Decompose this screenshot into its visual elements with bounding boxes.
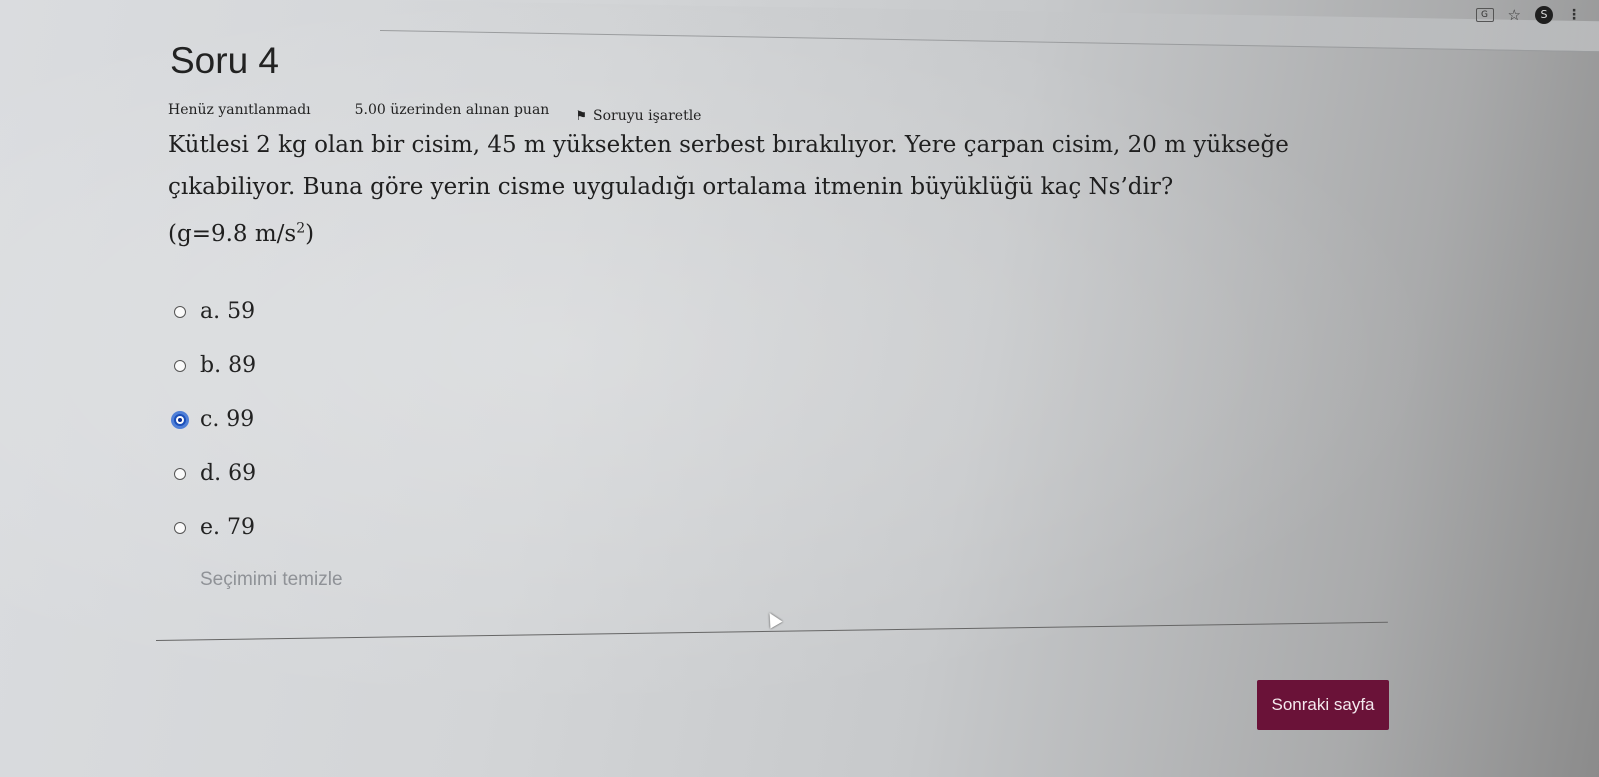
answer-option-c[interactable]: c. 99 — [174, 393, 1398, 447]
browser-toolbar: G ☆ S ⋮ — [0, 0, 1599, 53]
formula-prefix: (g=9.8 m/s — [168, 220, 297, 247]
question-status: Henüz yanıtlanmadı — [168, 102, 311, 118]
answer-option-b[interactable]: b. 89 — [174, 339, 1398, 393]
flag-icon: ⚑ — [575, 108, 587, 124]
answer-label-e: e. 79 — [200, 515, 255, 541]
question-info: Henüz yanıtlanmadı 5.00 üzerinden alınan… — [168, 102, 1398, 124]
radio-d[interactable] — [174, 467, 186, 480]
question-container: Soru 4 Henüz yanıtlanmadı 5.00 üzerinden… — [168, 40, 1398, 591]
radio-c[interactable] — [174, 413, 186, 426]
radio-b[interactable] — [174, 359, 186, 372]
formula-exponent: 2 — [296, 220, 306, 236]
profile-icon[interactable]: S — [1535, 6, 1553, 24]
answer-label-d: d. 69 — [200, 461, 257, 487]
answer-option-e[interactable]: e. 79 — [174, 501, 1398, 555]
question-text: Kütlesi 2 kg olan bir cisim, 45 m yüksek… — [168, 124, 1388, 255]
menu-icon[interactable]: ⋮ — [1567, 7, 1581, 23]
question-formula: (g=9.8 m/s2) — [168, 220, 315, 247]
answer-option-a[interactable]: a. 59 — [174, 285, 1398, 339]
question-body: Kütlesi 2 kg olan bir cisim, 45 m yüksek… — [168, 132, 1289, 200]
formula-suffix: ) — [305, 220, 315, 247]
star-icon[interactable]: ☆ — [1508, 6, 1521, 24]
mouse-cursor-icon — [763, 609, 783, 629]
clear-choice-link[interactable]: Seçimimi temizle — [200, 569, 1398, 591]
answer-option-d[interactable]: d. 69 — [174, 447, 1398, 501]
next-page-button[interactable]: Sonraki sayfa — [1257, 680, 1389, 730]
question-grade: 5.00 üzerinden alınan puan — [354, 102, 550, 118]
toolbar-icons: G ☆ S ⋮ — [1475, 6, 1581, 24]
translate-icon[interactable]: G — [1475, 8, 1494, 22]
flag-question-link[interactable]: ⚑ Soruyu işaretle — [575, 108, 701, 124]
radio-e[interactable] — [174, 521, 186, 534]
question-title: Soru 4 — [170, 40, 280, 81]
radio-a[interactable] — [174, 305, 186, 318]
flag-label: Soruyu işaretle — [592, 108, 702, 124]
answer-label-b: b. 89 — [200, 353, 257, 379]
answer-list: a. 59 b. 89 c. 99 d. 69 e. 79 — [174, 285, 1398, 555]
answer-label-c: c. 99 — [200, 407, 255, 433]
answer-label-a: a. 59 — [200, 299, 256, 325]
